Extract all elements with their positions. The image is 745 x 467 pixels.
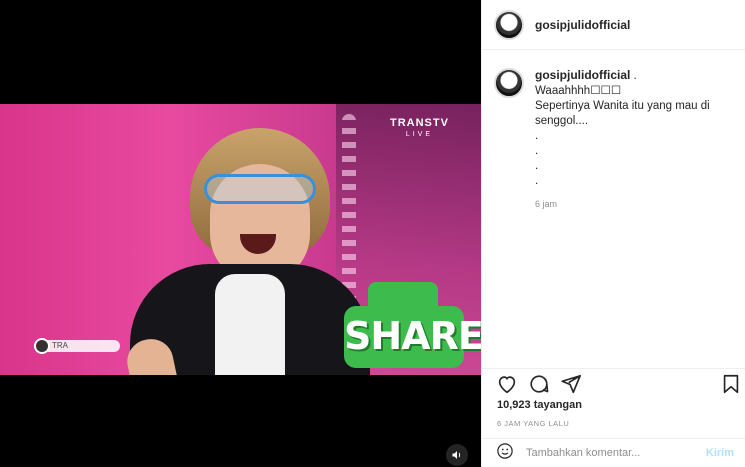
action-bar [482, 368, 745, 398]
lower-third-icon [34, 338, 50, 354]
caption: gosipjulidofficial . Waaahhhh☐☐☐ Seperti… [494, 68, 735, 212]
bookmark-icon[interactable] [720, 373, 742, 395]
comment-input[interactable] [526, 447, 676, 459]
instagram-post: TRANSTV LIVE TRA SHARE gosipjulidofficia… [0, 0, 745, 467]
emoji-icon[interactable] [496, 442, 514, 465]
paper-plane-icon[interactable] [560, 373, 582, 395]
caption-body: gosipjulidofficial . Waaahhhh☐☐☐ Seperti… [535, 68, 735, 212]
send-button[interactable]: Kirim [706, 447, 734, 459]
avatar[interactable] [494, 9, 524, 40]
channel-logo: TRANSTV LIVE [390, 118, 449, 140]
post-header: gosipjulidofficial [482, 0, 745, 50]
comment-icon[interactable] [528, 373, 550, 395]
caption-line: . [535, 145, 539, 157]
heart-icon[interactable] [496, 373, 518, 395]
lower-third-text: TRA [52, 341, 68, 350]
caption-avatar[interactable] [494, 68, 524, 98]
speaker-icon[interactable] [446, 444, 468, 466]
channel-live-text: LIVE [405, 131, 434, 138]
caption-line: Sepertinya Wanita itu yang mau di [535, 100, 710, 112]
caption-time[interactable]: 6 jam [535, 197, 735, 212]
video-frame[interactable]: TRANSTV LIVE TRA SHARE [0, 104, 481, 375]
caption-username[interactable]: gosipjulidofficial [535, 68, 630, 82]
channel-logo-text: TRANSTV [390, 117, 449, 129]
post-timestamp[interactable]: 6 JAM YANG LALU [497, 419, 569, 428]
caption-line: . [535, 175, 539, 187]
share-sticker-text: SHARE [344, 314, 481, 358]
comment-bar: Kirim [482, 438, 745, 467]
caption-suffix: . [630, 70, 637, 82]
header-username[interactable]: gosipjulidofficial [535, 18, 630, 32]
caption-line: . [535, 130, 539, 142]
caption-line: Waaahhhh☐☐☐ [535, 85, 622, 97]
caption-line: senggol.... [535, 115, 589, 127]
video-area[interactable]: TRANSTV LIVE TRA SHARE [0, 0, 481, 467]
presenter-shirt [215, 274, 285, 375]
face-shield [204, 174, 316, 204]
caption-line: . [535, 160, 539, 172]
post-sidebar: gosipjulidofficial gosipjulidofficial . … [481, 0, 745, 467]
view-count[interactable]: 10,923 tayangan [497, 399, 582, 411]
